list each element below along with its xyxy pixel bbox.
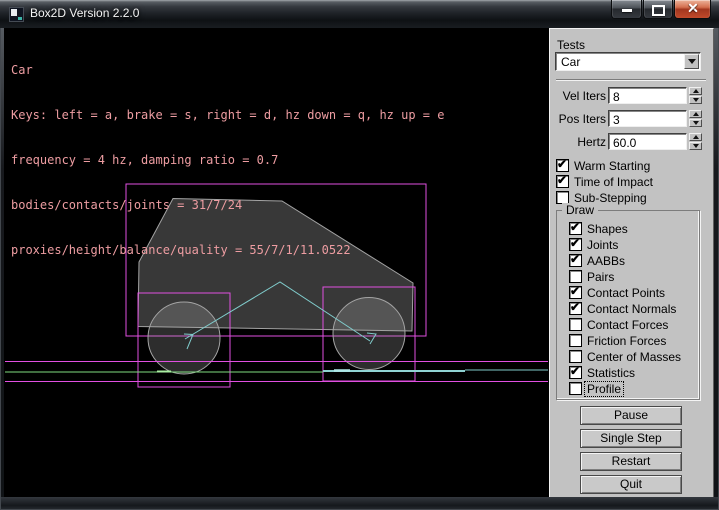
arrow-up-icon <box>693 112 699 116</box>
rear-wheel <box>148 302 220 374</box>
checkbox-box[interactable] <box>556 175 569 188</box>
checkbox-box[interactable] <box>569 222 582 235</box>
window-border-right <box>714 28 718 497</box>
checkbox-box[interactable] <box>569 270 582 283</box>
separator <box>556 79 706 81</box>
spinner-down-button[interactable] <box>689 142 702 150</box>
draw-group-label: Draw <box>562 203 598 217</box>
checkbox-label: Joints <box>587 238 618 252</box>
app-icon <box>9 7 24 22</box>
app-icon-pane <box>11 9 17 16</box>
stats-line: Keys: left = a, brake = s, right = d, hz… <box>11 108 444 123</box>
checkbox-box[interactable] <box>569 238 582 251</box>
spinner-up-button[interactable] <box>689 87 702 95</box>
maximize-button[interactable] <box>643 0 673 19</box>
checkbox-box[interactable] <box>569 302 582 315</box>
minimize-button[interactable] <box>611 0 642 19</box>
pos-iters-field[interactable]: 3 <box>608 110 687 127</box>
simulation-canvas[interactable]: Car Keys: left = a, brake = s, right = d… <box>4 28 549 497</box>
maximize-icon <box>652 5 665 16</box>
hertz-field[interactable]: 60.0 <box>608 133 687 150</box>
app-icon-dot <box>18 17 22 20</box>
arrow-up-icon <box>693 89 699 93</box>
restart-button[interactable]: Restart <box>580 452 682 471</box>
stats-line: Car <box>11 63 444 78</box>
checkbox-label: AABBs <box>587 254 625 268</box>
vel-iters-label: Vel Iters <box>550 89 606 103</box>
arrow-down-icon <box>693 144 699 148</box>
checkbox-box[interactable] <box>569 254 582 267</box>
arrow-up-icon <box>693 135 699 139</box>
stats-line: frequency = 4 hz, damping ratio = 0.7 <box>11 153 444 168</box>
checkbox-label: Center of Masses <box>587 350 681 364</box>
window-border-bottom <box>1 497 718 509</box>
arrow-down-icon <box>693 121 699 125</box>
spinner-up-button[interactable] <box>689 133 702 141</box>
spinner-down-button[interactable] <box>689 119 702 127</box>
pos-iters-spinner <box>689 110 702 127</box>
hertz-row: Hertz 60.0 <box>550 133 713 150</box>
quit-button[interactable]: Quit <box>580 475 682 494</box>
control-panel: Tests Car Vel Iters 8 Pos Iters 3 <box>549 28 714 497</box>
box2d-window: Box2D Version 2.2.0 <box>0 0 719 510</box>
titlebar[interactable]: Box2D Version 2.2.0 <box>0 0 719 28</box>
spinner-up-button[interactable] <box>689 110 702 118</box>
checkbox-label: Shapes <box>587 222 628 236</box>
checkbox-label: Profile <box>585 382 623 396</box>
minimize-icon <box>622 9 632 12</box>
tests-dropdown-value: Car <box>561 55 580 69</box>
window-title: Box2D Version 2.2.0 <box>30 0 139 28</box>
checkbox-box[interactable] <box>569 382 582 395</box>
checkbox-box[interactable] <box>556 159 569 172</box>
stats-line: proxies/height/balance/quality = 55/7/1/… <box>11 243 444 258</box>
pause-button[interactable]: Pause <box>580 406 682 425</box>
tests-dropdown-arrow-button[interactable] <box>684 54 699 69</box>
checkbox-label: Contact Points <box>587 286 665 300</box>
window-border-left <box>1 28 4 497</box>
close-icon <box>675 0 710 18</box>
checkbox-label: Contact Normals <box>587 302 676 316</box>
checkbox-label: Contact Forces <box>587 318 668 332</box>
checkbox-label: Pairs <box>587 270 614 284</box>
checkbox-label: Statistics <box>587 366 635 380</box>
tests-label: Tests <box>557 38 585 52</box>
checkbox-label: Time of Impact <box>574 175 653 189</box>
spinner-down-button[interactable] <box>689 96 702 104</box>
checkbox-label: Warm Starting <box>574 159 650 173</box>
tests-dropdown[interactable]: Car <box>555 52 701 71</box>
stats-overlay: Car Keys: left = a, brake = s, right = d… <box>11 33 444 288</box>
checkbox-box[interactable] <box>569 366 582 379</box>
stats-line: bodies/contacts/joints = 31/7/24 <box>11 198 444 213</box>
chevron-down-icon <box>688 59 696 64</box>
checkbox-box[interactable] <box>569 334 582 347</box>
hertz-label: Hertz <box>550 135 606 149</box>
pos-iters-row: Pos Iters 3 <box>550 110 713 127</box>
single-step-button[interactable]: Single Step <box>580 429 682 448</box>
arrow-down-icon <box>693 98 699 102</box>
close-button[interactable] <box>674 0 711 19</box>
vel-iters-field[interactable]: 8 <box>608 87 687 104</box>
pos-iters-label: Pos Iters <box>550 112 606 126</box>
vel-iters-spinner <box>689 87 702 104</box>
hertz-spinner <box>689 133 702 150</box>
vel-iters-row: Vel Iters 8 <box>550 87 713 104</box>
checkbox-box[interactable] <box>569 318 582 331</box>
checkbox-box[interactable] <box>569 350 582 363</box>
checkbox-box[interactable] <box>569 286 582 299</box>
checkbox-label: Friction Forces <box>587 334 666 348</box>
